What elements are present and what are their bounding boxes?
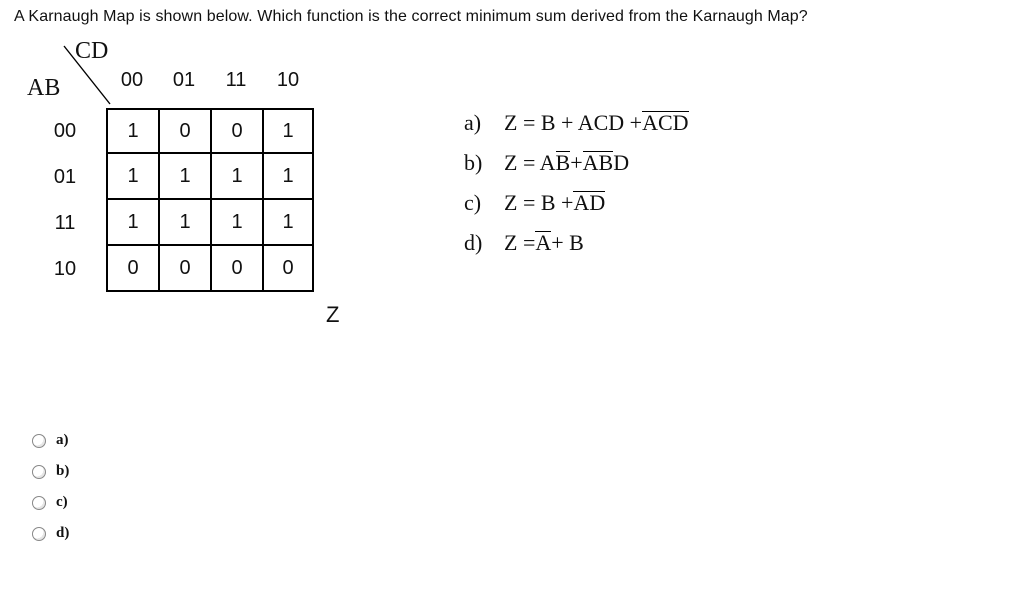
kmap-col-header: 10 (262, 52, 314, 108)
kmap-row-header: 11 (24, 200, 106, 246)
kmap-cell: 1 (158, 200, 210, 246)
radio-icon[interactable] (32, 496, 46, 510)
kmap-cell: 0 (158, 108, 210, 154)
kmap-col-header: 01 (158, 52, 210, 108)
kmap-cell: 1 (106, 154, 158, 200)
answer-choice-a[interactable]: a) (32, 432, 1010, 449)
answer-label: a) (56, 432, 69, 449)
option-d: d) Z = A + B (464, 230, 689, 256)
kmap-cell: 1 (262, 154, 314, 200)
kmap-cell: 1 (262, 108, 314, 154)
kmap-cell: 0 (210, 108, 262, 154)
option-label: a) (464, 110, 504, 136)
answer-label: b) (56, 463, 69, 480)
answer-choice-d[interactable]: d) (32, 525, 1010, 542)
option-label: b) (464, 150, 504, 176)
option-label: d) (464, 230, 504, 256)
kmap-row-header: 01 (24, 154, 106, 200)
question-prompt: A Karnaugh Map is shown below. Which fun… (14, 8, 1010, 26)
answer-label: d) (56, 525, 69, 542)
kmap-cell: 0 (106, 246, 158, 292)
option-text: + (570, 150, 582, 176)
kmap-cell: 1 (106, 200, 158, 246)
option-equations: a) Z = B + ACD + ACD b) Z = A B + AB D (464, 110, 689, 270)
overline: A (535, 230, 551, 256)
radio-icon[interactable] (32, 434, 46, 448)
kmap-cell: 1 (210, 154, 262, 200)
option-c: c) Z = B + AD (464, 190, 689, 216)
option-b: b) Z = A B + AB D (464, 150, 689, 176)
kmap-row-header: 10 (24, 246, 106, 292)
kmap-cell: 1 (210, 200, 262, 246)
kmap-row-header: 00 (24, 108, 106, 154)
kmap-corner: CD AB (24, 52, 106, 108)
overline: AD (573, 190, 605, 216)
kmap-col-header: 00 (106, 52, 158, 108)
answer-list: a) b) c) d) (32, 432, 1010, 542)
option-text: + B (551, 230, 584, 256)
overline: AB (583, 150, 614, 176)
answer-label: c) (56, 494, 68, 511)
kmap-col-var: CD (75, 38, 108, 65)
kmap-output-label: Z (326, 302, 339, 328)
kmap-row-var: AB (27, 75, 60, 102)
option-text: Z = (504, 230, 535, 256)
option-text: Z = B + (504, 190, 573, 216)
kmap-col-header: 11 (210, 52, 262, 108)
kmap-cell: 0 (210, 246, 262, 292)
option-a: a) Z = B + ACD + ACD (464, 110, 689, 136)
radio-icon[interactable] (32, 527, 46, 541)
answer-choice-b[interactable]: b) (32, 463, 1010, 480)
kmap: CD AB 00 01 11 10 00 1 0 0 1 01 (24, 52, 434, 382)
radio-icon[interactable] (32, 465, 46, 479)
option-text: Z = B + ACD + (504, 110, 642, 136)
kmap-cell: 1 (158, 154, 210, 200)
kmap-cell: 1 (262, 200, 314, 246)
overline: B (556, 150, 571, 176)
answer-choice-c[interactable]: c) (32, 494, 1010, 511)
option-text: Z = A (504, 150, 556, 176)
kmap-cell: 0 (158, 246, 210, 292)
option-label: c) (464, 190, 504, 216)
kmap-cell: 1 (106, 108, 158, 154)
kmap-cell: 0 (262, 246, 314, 292)
overline: ACD (642, 110, 688, 136)
option-text: D (613, 150, 629, 176)
